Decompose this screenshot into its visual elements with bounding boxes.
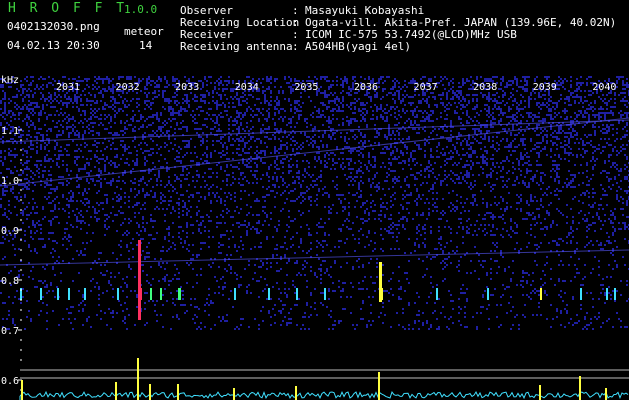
minute-label: 2037 <box>414 82 438 93</box>
minute-label: 2034 <box>235 82 259 93</box>
datetime: 04.02.13 20:30 <box>7 39 100 52</box>
spectrogram-plot: kHz 1.1 1.0 0.9 0.8 0.7 0.6 2031 2032 2033 2034 203… <box>0 75 629 400</box>
meteor-echo-11 <box>268 288 270 300</box>
info-antenna-value: A504HB(yagi 4el) <box>305 40 411 53</box>
meteor-echo-12 <box>296 288 298 300</box>
y-unit-label: kHz <box>1 75 19 86</box>
meteor-echo-10 <box>234 288 236 300</box>
meteor-echo-13 <box>324 288 326 300</box>
y-tick-label: 0.6 <box>1 376 19 387</box>
meteor-echo-15 <box>436 288 438 300</box>
meteor-echo-19 <box>606 288 608 300</box>
y-tick-label: 1.0 <box>1 176 19 187</box>
meteor-echo-5 <box>117 288 119 300</box>
meteor-echo-1 <box>40 288 42 300</box>
meteor-echo-8 <box>160 288 162 300</box>
minute-label: 2040 <box>592 82 616 93</box>
app-version: 1.0.0 <box>124 3 158 16</box>
info-antenna-sep: : <box>292 40 299 53</box>
meteor-count: 14 <box>139 39 153 52</box>
meteor-echo-2 <box>57 288 59 300</box>
head-echo-1 <box>379 262 382 302</box>
meteor-echo-4 <box>84 288 86 300</box>
image-filename: 0402132030.png <box>7 20 100 33</box>
minute-label: 2033 <box>175 82 199 93</box>
meteor-label: meteor <box>124 25 164 38</box>
y-tick-label: 0.9 <box>1 226 19 237</box>
minute-label: 2032 <box>116 82 140 93</box>
head-echo-0 <box>138 240 141 320</box>
minute-label: 2038 <box>473 82 497 93</box>
minute-label: 2031 <box>56 82 80 93</box>
info-antenna-key: Receiving antenna <box>180 40 293 53</box>
y-tick-label: 1.1 <box>1 126 19 137</box>
minute-label: 2036 <box>354 82 378 93</box>
meteor-echo-7 <box>150 288 152 300</box>
minute-label: 2039 <box>533 82 557 93</box>
y-tick-label: 0.7 <box>1 326 19 337</box>
meteor-echo-17 <box>540 288 542 300</box>
meteor-echo-3 <box>68 288 70 300</box>
app-title: H R O F F T <box>8 1 128 16</box>
minute-label: 2035 <box>294 82 318 93</box>
meteor-echo-20 <box>614 288 616 300</box>
meteor-echo-9 <box>178 288 181 300</box>
y-tick-label: 0.8 <box>1 276 19 287</box>
meteor-echo-16 <box>487 288 489 300</box>
meteor-echo-18 <box>580 288 582 300</box>
